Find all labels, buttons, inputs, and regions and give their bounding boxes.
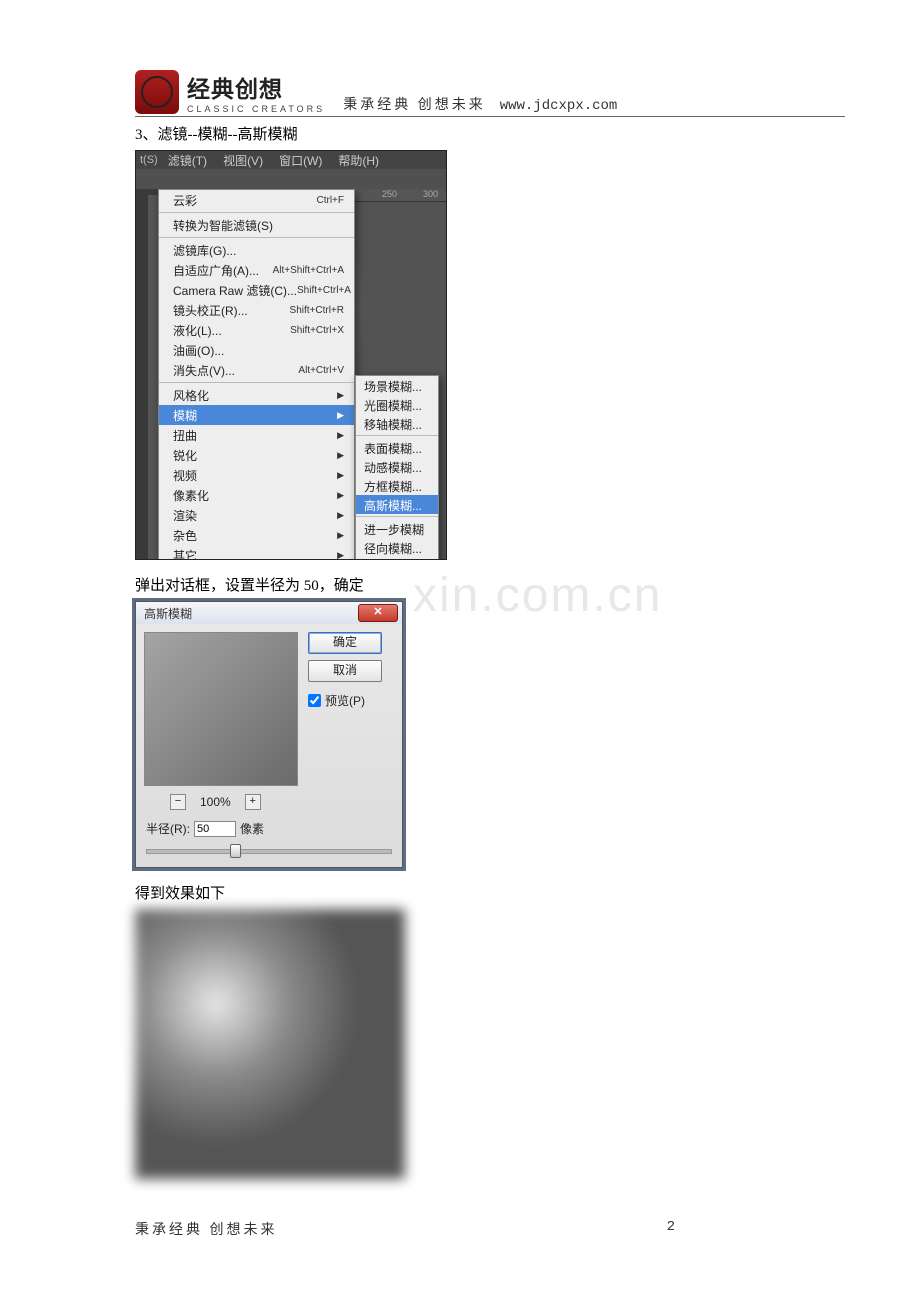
radius-slider[interactable] [146, 843, 392, 857]
paragraph: 得到效果如下 [135, 882, 845, 903]
cancel-button[interactable]: 取消 [308, 660, 382, 682]
menubar-filter[interactable]: 滤镜(T) [162, 152, 213, 169]
menu-item-smart-filter[interactable]: 转换为智能滤镜(S) [159, 215, 354, 235]
radius-input[interactable] [194, 821, 236, 837]
menubar-view[interactable]: 视图(V) [217, 152, 269, 169]
submenu-item[interactable]: 径向模糊... [356, 538, 438, 557]
menu-item-sharpen[interactable]: 锐化▶ [159, 445, 354, 465]
paragraph: 弹出对话框，设置半径为 50，确定 [135, 574, 845, 595]
preview-checkbox-input[interactable] [308, 694, 321, 707]
menu-item-distort[interactable]: 扭曲▶ [159, 425, 354, 445]
submenu-item[interactable]: 动感模糊... [356, 457, 438, 476]
blur-submenu[interactable]: 场景模糊... 光圈模糊... 移轴模糊... 表面模糊... 动感模糊... … [355, 375, 439, 559]
page-header: 经典创想 CLASSIC CREATORS 秉承经典 创想未来 www.jdcx… [135, 70, 845, 117]
dialog-titlebar[interactable]: 高斯模糊 ✕ [136, 602, 402, 624]
ps-leftlabel: t(S) [140, 154, 158, 166]
menu-item-noise[interactable]: 杂色▶ [159, 525, 354, 545]
slider-thumb-icon[interactable] [230, 844, 241, 858]
menu-item[interactable]: 滤镜库(G)... [159, 240, 354, 260]
close-button[interactable]: ✕ [358, 604, 398, 622]
menubar-window[interactable]: 窗口(W) [273, 152, 328, 169]
ok-button[interactable]: 确定 [308, 632, 382, 654]
zoom-in-button[interactable]: + [245, 794, 261, 810]
menu-item[interactable]: 油画(O)... [159, 340, 354, 360]
page-footer: 秉承经典 创想未来 2 [135, 1219, 675, 1239]
dialog-title: 高斯模糊 [144, 605, 192, 622]
menu-item-render[interactable]: 渲染▶ [159, 505, 354, 525]
radius-unit: 像素 [240, 820, 264, 837]
footer-slogan: 秉承经典 创想未来 [135, 1219, 278, 1239]
logo-icon [135, 70, 179, 114]
submenu-item[interactable]: 进一步模糊 [356, 519, 438, 538]
menu-item[interactable]: Camera Raw 滤镜(C)...Shift+Ctrl+A [159, 280, 354, 300]
header-slogan: 秉承经典 创想未来 [343, 94, 486, 114]
brand-zh: 经典创想 [187, 78, 325, 101]
ps-optionsbar [136, 169, 446, 189]
brand-en: CLASSIC CREATORS [187, 104, 325, 114]
submenu-item[interactable]: 表面模糊... [356, 438, 438, 457]
preview-checkbox[interactable]: 预览(P) [308, 692, 382, 709]
zoom-value: 100% [200, 795, 231, 809]
result-image [135, 909, 405, 1179]
submenu-item[interactable]: 方框模糊... [356, 476, 438, 495]
menu-item[interactable]: 自适应广角(A)...Alt+Shift+Ctrl+A [159, 260, 354, 280]
submenu-item-gaussian[interactable]: 高斯模糊... [356, 495, 438, 514]
page-number: 2 [667, 1219, 675, 1239]
ruler-mark: 250 [382, 189, 397, 201]
submenu-item[interactable]: 场景模糊... [356, 376, 438, 395]
ps-menubar: t(S) 滤镜(T) 视图(V) 窗口(W) 帮助(H) [136, 151, 446, 169]
menu-item[interactable]: 液化(L)...Shift+Ctrl+X [159, 320, 354, 340]
submenu-item[interactable]: 光圈模糊... [356, 395, 438, 414]
menu-item-stylize[interactable]: 风格化▶ [159, 385, 354, 405]
menu-item-video[interactable]: 视频▶ [159, 465, 354, 485]
header-url: www.jdcxpx.com [500, 98, 618, 114]
ruler-mark: 300 [423, 189, 438, 201]
menu-item-blur[interactable]: 模糊▶ [159, 405, 354, 425]
dialog-preview [144, 632, 298, 786]
menu-item-other[interactable]: 其它▶ [159, 545, 354, 559]
menubar-help[interactable]: 帮助(H) [332, 152, 385, 169]
menu-item[interactable]: 镜头校正(R)...Shift+Ctrl+R [159, 300, 354, 320]
doc-zoom-label: 0% ( [136, 189, 158, 195]
menu-item-last-filter[interactable]: 云彩 Ctrl+F [159, 190, 354, 210]
filter-menu-dropdown[interactable]: 云彩 Ctrl+F 转换为智能滤镜(S) 滤镜库(G)... 自适应广角(A).… [158, 189, 355, 559]
gaussian-blur-dialog: 高斯模糊 ✕ 确定 取消 预览(P) − 100% + 半径(R): [135, 601, 403, 868]
submenu-item[interactable]: 镜头模糊... [356, 557, 438, 559]
menu-item-pixelate[interactable]: 像素化▶ [159, 485, 354, 505]
step-heading: 3、滤镜--模糊--高斯模糊 [135, 123, 845, 144]
radius-label: 半径(R): [146, 820, 190, 837]
submenu-item[interactable]: 移轴模糊... [356, 414, 438, 433]
zoom-out-button[interactable]: − [170, 794, 186, 810]
ps-screenshot: t(S) 滤镜(T) 视图(V) 窗口(W) 帮助(H) 0% ( 250 30… [135, 150, 447, 560]
menu-item[interactable]: 消失点(V)...Alt+Ctrl+V [159, 360, 354, 380]
